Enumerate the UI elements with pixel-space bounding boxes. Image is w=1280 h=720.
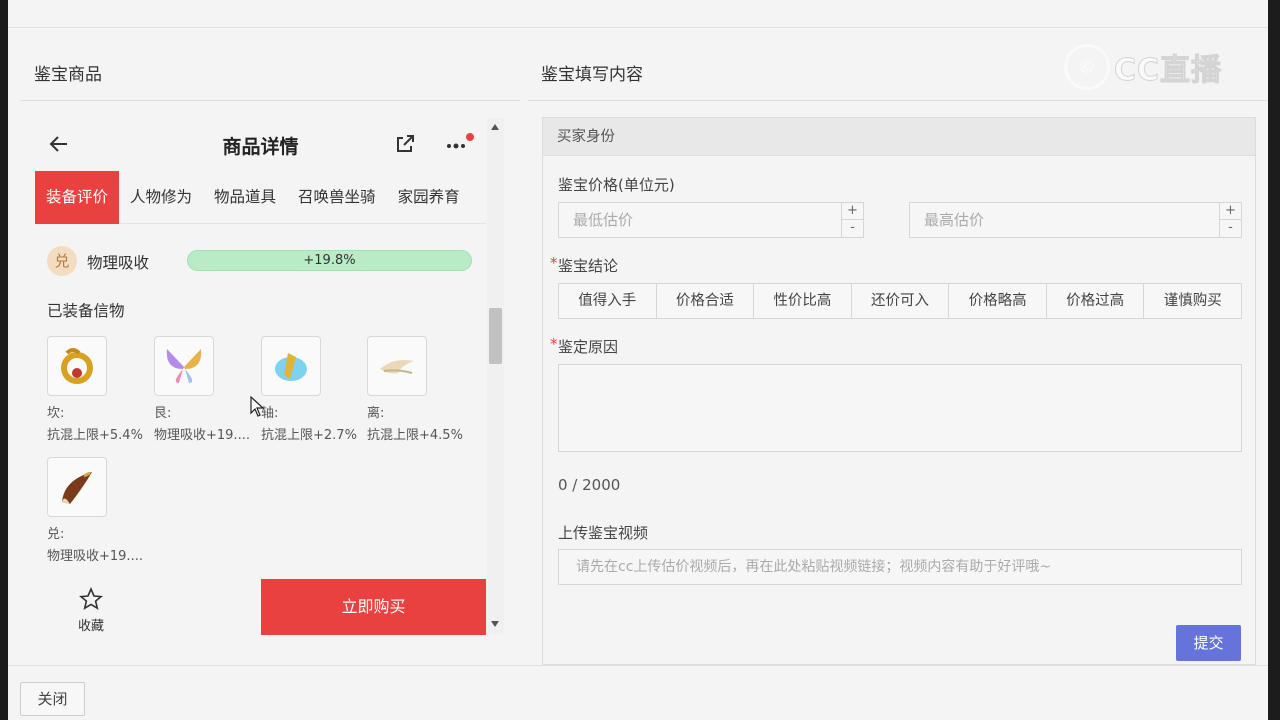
attribute-bar: +19.8% [187, 250, 472, 271]
favorite-button[interactable]: 收藏 [71, 586, 111, 634]
min-price-stepper[interactable]: + - [841, 203, 863, 237]
max-price-stepper[interactable]: + - [1219, 203, 1241, 237]
item-attribute: 抗混上限+2.7% [261, 428, 357, 443]
left-divider [20, 100, 520, 101]
watermark-text: CC直播 [1113, 53, 1223, 89]
price-label: 鉴宝价格(单位元) [558, 176, 675, 194]
item-position: 坎: [47, 406, 65, 421]
trigram-badge: 兑 [47, 246, 77, 276]
min-price-input[interactable]: + - [558, 202, 864, 238]
equipped-item[interactable]: 兑: 物理吸收+19.... [47, 457, 157, 564]
mouse-cursor-icon [250, 396, 265, 417]
buyer-identity-header: 买家身份 [543, 118, 1255, 156]
crane-icon [367, 336, 427, 396]
max-price-input[interactable]: + - [909, 202, 1242, 238]
reason-label: * 鉴定原因 [550, 335, 619, 356]
conclusion-label: * 鉴宝结论 [550, 254, 619, 275]
item-attribute: 物理吸收+19.... [47, 549, 143, 564]
gold-ring-icon [47, 336, 107, 396]
cc-logo-icon: © [1064, 44, 1110, 90]
attribute-label: 物理吸收 [87, 254, 150, 272]
conclusion-option[interactable]: 谨慎购买 [1144, 284, 1242, 318]
item-attribute: 物理吸收+19.... [154, 428, 250, 443]
plus-icon[interactable]: + [842, 203, 863, 220]
right-panel-title: 鉴宝填写内容 [541, 65, 643, 85]
scroll-up-icon[interactable] [491, 124, 499, 130]
tab-character-cultivation[interactable]: 人物修为 [119, 171, 203, 224]
blue-crystal-icon [261, 336, 321, 396]
favorite-label: 收藏 [77, 619, 104, 634]
item-position: 离: [367, 406, 385, 421]
item-position: 艮: [154, 406, 172, 421]
minus-icon[interactable]: - [842, 220, 863, 237]
conclusion-option[interactable]: 价格合适 [656, 284, 755, 318]
top-bar [8, 0, 1268, 28]
preview-scrollbar[interactable] [487, 118, 504, 635]
equipped-item[interactable]: 离: 抗混上限+4.5% [367, 336, 477, 443]
share-icon[interactable] [393, 132, 417, 156]
tab-items[interactable]: 物品道具 [203, 171, 287, 224]
tab-summons-mounts[interactable]: 召唤兽坐骑 [287, 171, 387, 224]
right-divider [528, 100, 1268, 101]
video-link-input[interactable]: 请先在cc上传估价视频后，再在此处粘贴视频链接；视频内容有助于好评哦~ [558, 549, 1242, 585]
video-label: 上传鉴宝视频 [558, 524, 649, 542]
char-counter: 0 / 2000 [558, 476, 621, 494]
conclusion-option[interactable]: 性价比高 [754, 284, 852, 318]
submit-button[interactable]: 提交 [1176, 625, 1241, 661]
reason-textarea[interactable] [558, 364, 1242, 452]
dialog-footer: 关闭 [8, 665, 1268, 720]
item-position: 兑: [47, 527, 65, 542]
minus-icon[interactable]: - [1220, 220, 1241, 237]
max-price-field[interactable] [910, 203, 1241, 237]
appraisal-form: 买家身份 鉴宝价格(单位元) + - + - *鉴宝结论 值得入手 价格合适 性… [542, 117, 1256, 665]
watermark: © CC直播 [1064, 44, 1222, 90]
equipped-item[interactable]: 坎: 抗混上限+5.4% [47, 336, 157, 443]
horn-icon [47, 457, 107, 517]
preview-footer: 收藏 立即购买 [35, 579, 486, 635]
more-icon[interactable] [445, 132, 475, 156]
star-icon [79, 586, 103, 610]
item-attribute: 抗混上限+4.5% [367, 428, 463, 443]
preview-header: 商品详情 [35, 118, 486, 170]
equipped-title: 已装备信物 [47, 302, 125, 320]
conclusion-option[interactable]: 价格过高 [1046, 284, 1145, 318]
attribute-row: 兑 物理吸收 +19.8% [47, 246, 477, 276]
min-price-field[interactable] [559, 203, 863, 237]
page-title: 商品详情 [222, 136, 299, 158]
product-preview: 商品详情 装备评价 人物修为 物品道具 召唤兽坐骑 家园养育 兑 物理吸收 +1… [35, 118, 486, 635]
conclusion-option[interactable]: 还价可入 [851, 284, 950, 318]
scroll-thumb[interactable] [489, 308, 502, 364]
conclusion-option[interactable]: 值得入手 [559, 284, 657, 318]
tab-equipment-review[interactable]: 装备评价 [35, 171, 120, 224]
tab-home[interactable]: 家园养育 [387, 171, 471, 224]
item-position: 轴: [261, 406, 279, 421]
conclusion-options: 值得入手 价格合适 性价比高 还价可入 价格略高 价格过高 谨慎购买 [558, 283, 1242, 319]
buy-now-button[interactable]: 立即购买 [261, 579, 486, 635]
scroll-down-icon[interactable] [491, 621, 499, 627]
item-attribute: 抗混上限+5.4% [47, 428, 143, 443]
butterfly-icon [154, 336, 214, 396]
category-tabs: 装备评价 人物修为 物品道具 召唤兽坐骑 家园养育 [35, 171, 486, 224]
equipped-item[interactable]: 艮: 物理吸收+19.... [154, 336, 264, 443]
left-panel-title: 鉴宝商品 [34, 65, 102, 85]
equipped-item[interactable]: 轴: 抗混上限+2.7% [261, 336, 371, 443]
conclusion-option[interactable]: 价格略高 [949, 284, 1047, 318]
close-button[interactable]: 关闭 [20, 682, 85, 716]
plus-icon[interactable]: + [1220, 203, 1241, 220]
